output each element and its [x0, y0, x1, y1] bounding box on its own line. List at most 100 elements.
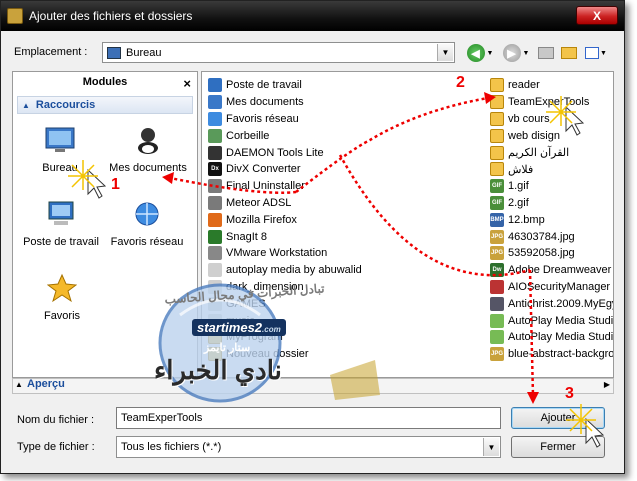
file-item[interactable]: reader [490, 77, 613, 94]
daemon-icon [208, 145, 222, 160]
file-item[interactable]: GIF 2.gif [490, 195, 613, 212]
file-item[interactable]: JPG blue-abstract-backgro [490, 346, 613, 363]
file-item[interactable]: MyProgram [208, 329, 362, 346]
file-item[interactable]: JPG 46303784.jpg [490, 228, 613, 245]
file-name: DivX Converter [226, 163, 301, 176]
new-folder-icon [561, 47, 577, 59]
file-item[interactable]: SnagIt 8 [208, 228, 362, 245]
file-item[interactable]: Antichrist.2009.MyEgy [490, 295, 613, 312]
gif-icon: GIF [490, 195, 504, 210]
file-item[interactable]: AutoPlay Media Studio [490, 329, 614, 346]
file-item[interactable]: Corbeille [208, 127, 362, 144]
file-item[interactable]: Final Uninstaller [208, 178, 362, 195]
file-item[interactable]: vb cours [490, 111, 613, 128]
file-name: autoplay media by abuwalid [226, 264, 362, 277]
location-combo[interactable]: Bureau ▼ [102, 42, 455, 63]
file-item[interactable]: AutoPlay Media Studio [490, 312, 613, 329]
file-name: 2.gif [508, 196, 529, 209]
app-icon [208, 195, 222, 210]
file-name: 12.bmp [508, 213, 545, 226]
shortcut-icon [208, 279, 222, 294]
shortcuts-section-header[interactable]: ▲ Raccourcis [17, 96, 193, 114]
file-item[interactable]: GAMES [208, 295, 362, 312]
file-name: 53592058.jpg [508, 247, 575, 260]
file-name: MyProgram [226, 331, 283, 344]
location-value: Bureau [126, 46, 162, 59]
preview-section-label[interactable]: Aperçu [27, 378, 65, 390]
window-title: Ajouter des fichiers et dossiers [29, 9, 193, 23]
view-menu-button[interactable]: ▼ [583, 43, 609, 63]
snagit-icon [208, 229, 222, 244]
file-item[interactable]: Favoris réseau [208, 111, 362, 128]
window-close-button[interactable]: X [576, 6, 618, 25]
preview-expand-icon[interactable]: ▲ [15, 380, 23, 389]
up-folder-button[interactable] [536, 43, 556, 63]
file-item[interactable]: dark_dimension [208, 279, 362, 296]
autoplay-icon [490, 330, 504, 345]
title-bar[interactable]: Ajouter des fichiers et dossiers X [1, 1, 624, 31]
dreamweaver-icon: Dw [490, 263, 504, 278]
new-folder-button[interactable] [559, 43, 579, 63]
file-item[interactable]: Nouveau dossier [208, 346, 362, 363]
security-icon [490, 279, 504, 294]
file-item[interactable]: music [208, 312, 362, 329]
file-item[interactable]: DAEMON Tools Lite [208, 144, 362, 161]
close-button[interactable]: Fermer [511, 436, 605, 458]
filename-label: Nom du fichier : [17, 414, 95, 426]
file-item[interactable]: فلاش [490, 161, 613, 178]
file-name: TeamExperTools [508, 96, 590, 109]
folder-icon [490, 128, 504, 143]
file-item[interactable]: Poste de travail [208, 77, 362, 94]
file-name: القرآن الكريم [508, 147, 570, 160]
location-label: Emplacement : [14, 46, 88, 58]
file-item[interactable]: Dw Adobe Dreamweaver [490, 262, 613, 279]
shortcut-favoris[interactable]: Favoris [37, 272, 87, 322]
chevron-down-icon[interactable]: ▼ [437, 44, 453, 61]
file-name: music [226, 314, 255, 327]
shortcut-favoris-reseau[interactable]: Favoris réseau [107, 198, 187, 248]
file-item[interactable]: Meteor ADSL [208, 195, 362, 212]
video-icon [490, 296, 504, 311]
add-button[interactable]: Ajouter [511, 407, 605, 429]
forward-button[interactable]: ▶ ▼ [501, 43, 531, 63]
vmware-icon [208, 246, 222, 261]
horizontal-scrollbar[interactable]: ▲ ▶ [12, 378, 614, 394]
file-item[interactable]: web disign [490, 127, 613, 144]
file-name: web disign [508, 129, 560, 142]
forward-arrow-icon: ▶ [502, 44, 521, 62]
shortcut-poste-de-travail[interactable]: Poste de travail [21, 198, 101, 248]
modules-panel: Modules × ▲ Raccourcis Bureau Mes docume… [12, 71, 198, 378]
file-item[interactable]: JPG 53592058.jpg [490, 245, 613, 262]
shortcut-bureau[interactable]: Bureau [35, 124, 85, 174]
jpg-icon: JPG [490, 246, 504, 261]
file-item[interactable]: VMware Workstation [208, 245, 362, 262]
shortcut-mes-documents[interactable]: Mes documents [105, 124, 191, 174]
scroll-right-icon[interactable]: ▶ [604, 380, 610, 389]
modules-close-icon[interactable]: × [183, 74, 191, 94]
file-item[interactable]: autoplay media by abuwalid [208, 262, 362, 279]
annotation-step-2: 2 [456, 74, 465, 91]
folder-icon [490, 162, 504, 177]
filetype-select[interactable]: Tous les fichiers (*.*) ▼ [116, 436, 501, 458]
file-list[interactable]: Poste de travail Mes documents Favoris rés… [201, 71, 614, 378]
back-button[interactable]: ◀ ▼ [465, 43, 495, 63]
file-name: Mozilla Firefox [226, 213, 297, 226]
file-name: AutoPlay Media Studio [508, 331, 614, 344]
gif-icon: GIF [490, 179, 504, 194]
file-item[interactable]: AIOSecurityManager [490, 279, 613, 296]
file-item[interactable]: Dx DivX Converter [208, 161, 362, 178]
file-item[interactable]: BMP 12.bmp [490, 211, 613, 228]
filename-input[interactable]: TeamExperTools [116, 407, 501, 429]
jpg-icon: JPG [490, 229, 504, 244]
folder-icon [490, 78, 504, 93]
up-folder-icon [538, 47, 554, 59]
file-item[interactable]: Mozilla Firefox [208, 211, 362, 228]
file-column-right: reader TeamExperTools vb cours web disign ال… [490, 77, 614, 363]
divx-icon: Dx [208, 162, 222, 177]
chevron-down-icon[interactable]: ▼ [483, 438, 499, 456]
file-item[interactable]: القرآن الكريم [490, 144, 613, 161]
file-item[interactable]: GIF 1.gif [490, 178, 613, 195]
file-item[interactable]: Mes documents [208, 94, 362, 111]
file-item[interactable]: TeamExperTools [490, 94, 613, 111]
file-name: vb cours [508, 112, 550, 125]
